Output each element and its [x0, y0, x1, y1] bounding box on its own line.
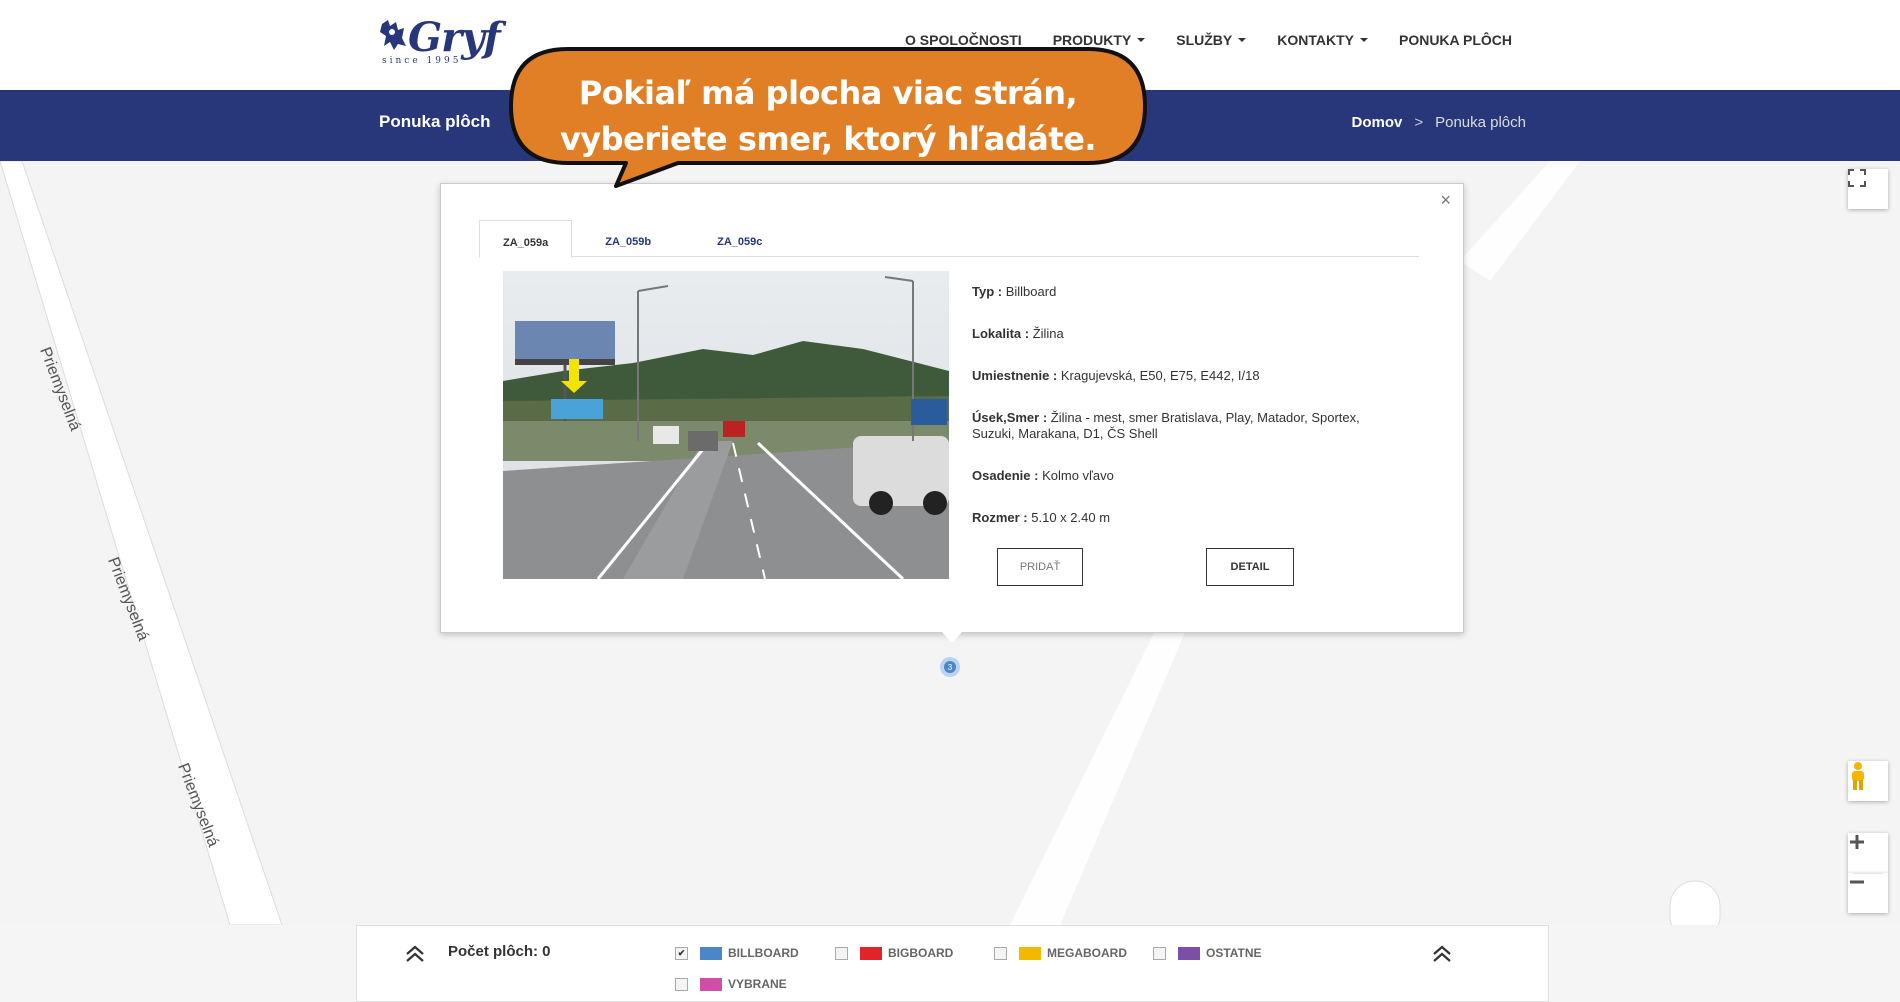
fullscreen-button[interactable] [1848, 169, 1888, 209]
detail-osadenie: Osadenie : Kolmo vľavo [972, 468, 1392, 484]
legend-label: BILLBOARD [728, 946, 799, 960]
callout-line: vyberiete smer, ktorý hľadáte. [559, 120, 1097, 158]
legend-ostatne[interactable]: OSTATNE [1153, 946, 1262, 960]
caret-down-icon [1359, 38, 1368, 42]
color-swatch [700, 946, 722, 960]
detail-rozmer: Rozmer : 5.10 x 2.40 m [972, 510, 1392, 526]
legend-label: OSTATNE [1206, 946, 1262, 960]
zoom-out-button[interactable] [1848, 873, 1888, 913]
detail-umiestnenie: Umiestnenie : Kragujevská, E50, E75, E44… [972, 368, 1392, 384]
detail-value: Kragujevská, E50, E75, E442, I/18 [1060, 368, 1260, 383]
tab-za-059c[interactable]: ZA_059c [684, 220, 795, 256]
nav-label: PONUKA PLÔCH [1398, 32, 1513, 48]
logo[interactable]: Gryf since 1995 [378, 14, 501, 66]
breadcrumb-separator: > [1414, 114, 1424, 131]
checkbox-billboard[interactable]: ✔ [675, 946, 688, 960]
color-swatch [1019, 946, 1041, 960]
pegman-icon [1852, 762, 1864, 790]
callout-text: Pokiaľ má plocha viac strán, vyberiete s… [508, 70, 1148, 162]
detail-lokalita: Lokalita : Žilina [972, 326, 1392, 342]
caret-down-icon [1137, 38, 1146, 42]
nav-item-ponuka-ploch[interactable]: PONUKA PLÔCH [1399, 32, 1512, 48]
legend-vybrane[interactable]: VYBRANE [675, 977, 787, 991]
checkbox-megaboard[interactable] [994, 946, 1007, 960]
detail-key: Osadenie : [972, 468, 1039, 483]
detail-value: Billboard [1005, 284, 1057, 299]
legend-label: MEGABOARD [1047, 946, 1127, 960]
tab-za-059b[interactable]: ZA_059b [572, 220, 684, 256]
color-swatch [700, 977, 722, 991]
legend-panel: Počet plôch: 0 ✔ BILLBOARD BIGBOARD MEGA… [356, 925, 1549, 1002]
checkbox-bigboard[interactable] [835, 946, 848, 960]
detail-button[interactable]: DETAIL [1206, 548, 1294, 586]
zoom-in-button[interactable] [1848, 833, 1888, 873]
detail-key: Úsek,Smer : [972, 410, 1048, 425]
legend-bigboard[interactable]: BIGBOARD [835, 946, 953, 960]
direction-tabs: ZA_059a ZA_059b ZA_059c [479, 220, 1419, 258]
nav-label: SLUŽBY [1176, 32, 1233, 48]
legend-label: BIGBOARD [888, 946, 954, 960]
detail-key: Umiestnenie : [972, 368, 1058, 383]
nav-item-sluzby[interactable]: SLUŽBY [1176, 32, 1247, 48]
legend-label: VYBRANE [728, 977, 787, 991]
detail-usek-smer: Úsek,Smer : Žilina - mest, smer Bratisla… [972, 410, 1392, 442]
color-swatch [1178, 946, 1200, 960]
detail-value: Kolmo vľavo [1042, 468, 1114, 483]
fullscreen-icon [1848, 169, 1866, 187]
area-count: Počet plôch: 0 [448, 943, 551, 960]
cluster-count: 3 [948, 663, 953, 672]
double-chevron-up-icon[interactable] [1430, 942, 1454, 966]
breadcrumb-home[interactable]: Domov [1351, 114, 1402, 131]
tab-za-059a[interactable]: ZA_059a [479, 220, 573, 258]
detail-typ: Typ : Billboard [972, 284, 1392, 300]
billboard-photo [503, 271, 949, 579]
page-title: Ponuka plôch [379, 112, 491, 131]
info-window: × ZA_059a ZA_059b ZA_059c Typ: Billboar… [440, 183, 1464, 633]
billboard-details: Typ : Billboard Lokalita : Žilina Umiest… [972, 284, 1392, 552]
logo-since: since 1995 [382, 56, 462, 66]
caret-down-icon [1238, 38, 1247, 42]
info-window-pointer [941, 631, 963, 643]
griffin-icon [380, 20, 406, 50]
logo-text: Gryf [408, 14, 501, 61]
zoom-divider [1853, 873, 1883, 874]
checkbox-ostatne[interactable] [1153, 946, 1166, 960]
detail-value: Žilina [1032, 326, 1064, 341]
breadcrumb: Domov > Ponuka plôch [1351, 114, 1526, 131]
color-swatch [860, 946, 882, 960]
breadcrumb-current: Ponuka plôch [1435, 114, 1526, 131]
detail-key: Typ : [972, 284, 1003, 299]
detail-value: 5.10 x 2.40 m [1031, 510, 1111, 525]
road-photo-image [503, 271, 949, 579]
checkbox-vybrane[interactable] [675, 977, 688, 991]
legend-megaboard[interactable]: MEGABOARD [994, 946, 1127, 960]
detail-key: Rozmer : [972, 510, 1028, 525]
add-button[interactable]: PRIDAŤ [997, 548, 1083, 586]
callout-line: Pokiaľ má plocha viac strán, [578, 74, 1078, 112]
cluster-marker[interactable]: 3 [939, 656, 961, 678]
legend-billboard[interactable]: ✔ BILLBOARD [675, 946, 799, 960]
close-button[interactable]: × [1440, 190, 1451, 211]
detail-key: Lokalita : [972, 326, 1030, 341]
minus-icon [1850, 880, 1864, 884]
double-chevron-up-icon[interactable] [403, 942, 427, 966]
nav-label: KONTAKTY [1277, 32, 1354, 48]
plus-icon [1850, 835, 1864, 849]
street-view-button[interactable] [1848, 761, 1888, 801]
nav-item-kontakty[interactable]: KONTAKTY [1277, 32, 1368, 48]
